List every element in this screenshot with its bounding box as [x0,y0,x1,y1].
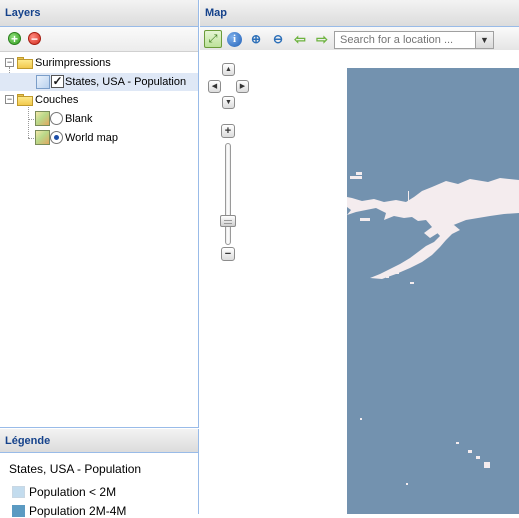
map-panel: Map ⤢ i ⊕ ⊖ ⇦ ⇨ ▼ [200,0,519,514]
zoom-in-button[interactable]: + [221,124,235,138]
island [350,176,362,179]
pan-down-button[interactable]: ▼ [222,96,235,109]
zoom-extent-icon[interactable]: ⤢ [204,30,222,48]
legend-swatch [12,485,25,498]
folder-icon [17,57,33,69]
collapse-icon[interactable]: − [5,58,14,67]
island [360,218,370,221]
island [414,260,418,262]
collapse-icon[interactable]: − [5,95,14,104]
zoom-slider-track[interactable] [225,143,231,245]
island [360,418,362,420]
base-layer-radio[interactable] [50,131,63,144]
base-map-icon [35,130,50,145]
tree-folder-base-layers[interactable]: − Couches [0,91,198,109]
zoom-out-icon[interactable]: ⊖ [269,30,287,48]
tree-item-states-population[interactable]: ✓ States, USA - Population [0,73,198,91]
tree-item-label: Blank [65,113,93,125]
location-search-input[interactable] [334,31,494,49]
base-layer-radio[interactable] [50,112,63,125]
island [410,282,414,284]
legend-item: Population 2M-4M [12,503,127,518]
pan-up-button[interactable]: ▲ [222,63,235,76]
tree-item-blank[interactable]: Blank [0,110,198,128]
alaska-mainland [347,178,519,238]
search-dropdown-trigger[interactable]: ▼ [475,31,494,49]
tree-folder-label: Couches [35,94,79,106]
tree-item-label: World map [65,132,118,144]
island [408,191,409,207]
island [386,276,389,278]
tree-folder-overlays[interactable]: − Surimpressions [0,54,198,72]
legend-layer-title: States, USA - Population [9,462,142,476]
remove-layer-button[interactable]: − [28,32,42,45]
hawaii-island [476,456,480,459]
pan-right-button[interactable]: ▶ [236,80,249,93]
arrow-left-icon[interactable]: ⇦ [291,30,309,48]
legend-panel: Légende States, USA - Population Populat… [0,429,199,518]
island [406,483,408,485]
island [396,272,399,274]
pan-left-button[interactable]: ◀ [208,80,221,93]
layers-panel-title: Layers [0,0,198,27]
zoom-in-icon[interactable]: ⊕ [247,30,265,48]
arrow-right-icon[interactable]: ⇨ [313,30,331,48]
tree-item-label: States, USA - Population [65,76,187,88]
hawaii-island [468,450,472,453]
hawaii-island [456,442,459,444]
legend-panel-title: Légende [0,429,198,453]
legend-item-label: Population < 2M [29,484,117,499]
island [356,172,362,175]
info-icon[interactable]: i [227,32,242,47]
base-map-icon [35,111,50,126]
map-toolbar: ⤢ i ⊕ ⊖ ⇦ ⇨ ▼ [200,27,519,52]
tree-folder-label: Surimpressions [35,57,111,69]
map-viewport[interactable]: ▲ ◀ ▶ ▼ + − [200,50,519,514]
layers-panel: Layers + − − Surimpressions ✓ States, US… [0,0,199,428]
legend-swatch [12,504,25,517]
layer-visibility-checkbox[interactable]: ✓ [51,75,64,88]
alaska-peninsula [370,225,460,279]
hawaii-island [484,462,490,468]
zoom-out-button[interactable]: − [221,247,235,261]
landmass [347,172,519,485]
zoom-slider-thumb[interactable] [220,215,236,227]
vector-layer-icon [36,75,50,89]
layers-toolbar: + − [0,27,198,52]
add-layer-button[interactable]: + [8,32,21,45]
legend-item: Population < 2M [12,484,117,499]
folder-icon [17,94,33,106]
legend-item-label: Population 2M-4M [29,503,127,518]
tree-item-world-map[interactable]: World map [0,129,198,147]
layer-tree: − Surimpressions ✓ States, USA - Populat… [0,53,198,153]
map-panel-title: Map [200,0,519,27]
